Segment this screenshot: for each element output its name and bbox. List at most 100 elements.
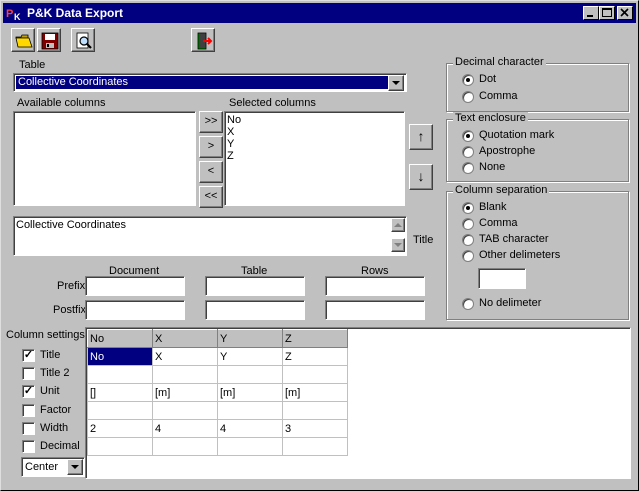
grid-cell[interactable] xyxy=(282,365,348,384)
title-bar[interactable]: P K P&K Data Export xyxy=(3,3,636,23)
grid-header-cell[interactable]: No xyxy=(87,329,153,348)
decimal-character-group: Decimal character Dot Comma xyxy=(446,56,629,112)
other-delimiter-input[interactable] xyxy=(478,268,526,289)
checkbox-title2-box xyxy=(22,367,35,380)
scroll-up-icon xyxy=(392,222,404,234)
grid-cell[interactable] xyxy=(87,437,153,456)
setting-width-label: Width xyxy=(40,422,69,434)
checkbox-width-box xyxy=(22,422,35,435)
setting-factor-label: Factor xyxy=(40,404,72,416)
radio-apostrophe-indicator xyxy=(462,146,474,158)
prefix-rows-input[interactable] xyxy=(325,276,425,296)
table-select-dropdown[interactable] xyxy=(388,75,404,91)
available-columns-list[interactable] xyxy=(13,111,196,206)
list-item[interactable]: X xyxy=(227,126,404,138)
title-label: Title xyxy=(413,234,434,246)
grid-cell[interactable] xyxy=(282,401,348,420)
scroll-up-button[interactable] xyxy=(391,218,405,232)
radio-none-indicator xyxy=(462,162,474,174)
grid-cell[interactable]: [m] xyxy=(152,383,218,402)
remove-all-button[interactable]: << xyxy=(199,186,223,208)
grid-cell[interactable]: 2 xyxy=(87,419,153,438)
grid-cell[interactable] xyxy=(217,437,283,456)
separation-blank-label: Blank xyxy=(479,201,507,213)
column-separation-label: Column separation xyxy=(453,184,550,196)
grid-cell[interactable]: Z xyxy=(282,347,348,366)
decimal-dot-label: Dot xyxy=(479,73,497,85)
grid-cell[interactable] xyxy=(217,365,283,384)
arrow-up-icon: ↑ xyxy=(417,128,425,144)
grid-cell[interactable]: 4 xyxy=(152,419,218,438)
enclosure-none-label: None xyxy=(479,161,506,173)
selected-columns-list[interactable]: No X Y Z xyxy=(224,111,405,206)
radio-dot-indicator xyxy=(462,74,474,86)
print-preview-button[interactable] xyxy=(71,28,95,52)
open-button[interactable] xyxy=(11,28,35,52)
decimal-character-label: Decimal character xyxy=(453,56,546,68)
column-settings-grid[interactable]: No X Y Z No X Y Z [] [m] [m] [m] 2 4 4 3 xyxy=(87,329,348,456)
checkbox-decimal-box xyxy=(22,440,35,453)
exit-button[interactable] xyxy=(191,28,215,52)
grid-cell[interactable] xyxy=(217,401,283,420)
setting-unit-label: Unit xyxy=(40,385,60,397)
selected-columns-label: Selected columns xyxy=(229,97,316,109)
alignment-value: Center xyxy=(25,461,59,473)
export-window: P K P&K Data Export Table Collective Coo… xyxy=(0,0,639,491)
grid-cell[interactable] xyxy=(152,437,218,456)
grid-header-cell[interactable]: X xyxy=(152,329,218,348)
grid-cell[interactable] xyxy=(87,401,153,420)
radio-comma-indicator xyxy=(462,91,474,103)
title-textarea[interactable]: Collective Coordinates xyxy=(13,216,407,256)
grid-cell[interactable]: 3 xyxy=(282,419,348,438)
grid-cell[interactable]: [m] xyxy=(282,383,348,402)
table-label: Table xyxy=(19,59,46,71)
minimize-button[interactable] xyxy=(583,6,599,20)
table-row xyxy=(87,401,348,420)
postfix-table-input[interactable] xyxy=(205,300,305,320)
grid-cell[interactable]: X xyxy=(152,347,218,366)
column-separation-group: Column separation Blank Comma TAB charac… xyxy=(446,184,629,320)
add-all-button[interactable]: >> xyxy=(199,111,223,133)
grid-cell[interactable] xyxy=(87,365,153,384)
remove-button[interactable]: < xyxy=(199,161,223,183)
maximize-button[interactable] xyxy=(599,6,615,20)
grid-cell[interactable]: No xyxy=(87,347,153,366)
grid-cell[interactable] xyxy=(282,437,348,456)
grid-cell[interactable] xyxy=(152,401,218,420)
checkbox-factor-box xyxy=(22,404,35,417)
postfix-document-input[interactable] xyxy=(85,300,185,320)
table-select[interactable]: Collective Coordinates xyxy=(13,73,407,92)
list-item[interactable]: Z xyxy=(227,150,404,162)
move-up-button[interactable]: ↑ xyxy=(409,124,433,150)
decimal-comma-label: Comma xyxy=(479,90,518,102)
available-columns-label: Available columns xyxy=(17,97,106,109)
prefix-table-input[interactable] xyxy=(205,276,305,296)
alignment-dropdown[interactable] xyxy=(67,459,83,475)
move-down-button[interactable]: ↓ xyxy=(409,164,433,190)
list-item[interactable]: Y xyxy=(227,138,404,150)
grid-header-cell[interactable]: Y xyxy=(217,329,283,348)
radio-blank-indicator xyxy=(462,202,474,214)
grid-cell[interactable] xyxy=(152,365,218,384)
close-button[interactable] xyxy=(617,6,633,20)
grid-cell[interactable]: 4 xyxy=(217,419,283,438)
grid-cell[interactable]: Y xyxy=(217,347,283,366)
table-row: 2 4 4 3 xyxy=(87,419,348,438)
radio-no-delimiter-indicator xyxy=(462,298,474,310)
grid-cell[interactable]: [m] xyxy=(217,383,283,402)
list-item[interactable]: No xyxy=(227,114,404,126)
prefix-document-input[interactable] xyxy=(85,276,185,296)
alignment-select[interactable]: Center xyxy=(21,457,85,477)
grid-cell[interactable]: [] xyxy=(87,383,153,402)
scroll-down-button[interactable] xyxy=(391,238,405,252)
setting-decimal-label: Decimal xyxy=(40,440,80,452)
no-delimiter-label: No delimeter xyxy=(479,297,542,309)
grid-header-cell[interactable]: Z xyxy=(282,329,348,348)
add-button[interactable]: > xyxy=(199,136,223,158)
title-text: Collective Coordinates xyxy=(16,219,127,231)
table-row xyxy=(87,365,348,384)
save-button[interactable] xyxy=(37,28,61,52)
table-select-value: Collective Coordinates xyxy=(16,76,388,89)
postfix-rows-input[interactable] xyxy=(325,300,425,320)
radio-other-indicator xyxy=(462,250,474,262)
